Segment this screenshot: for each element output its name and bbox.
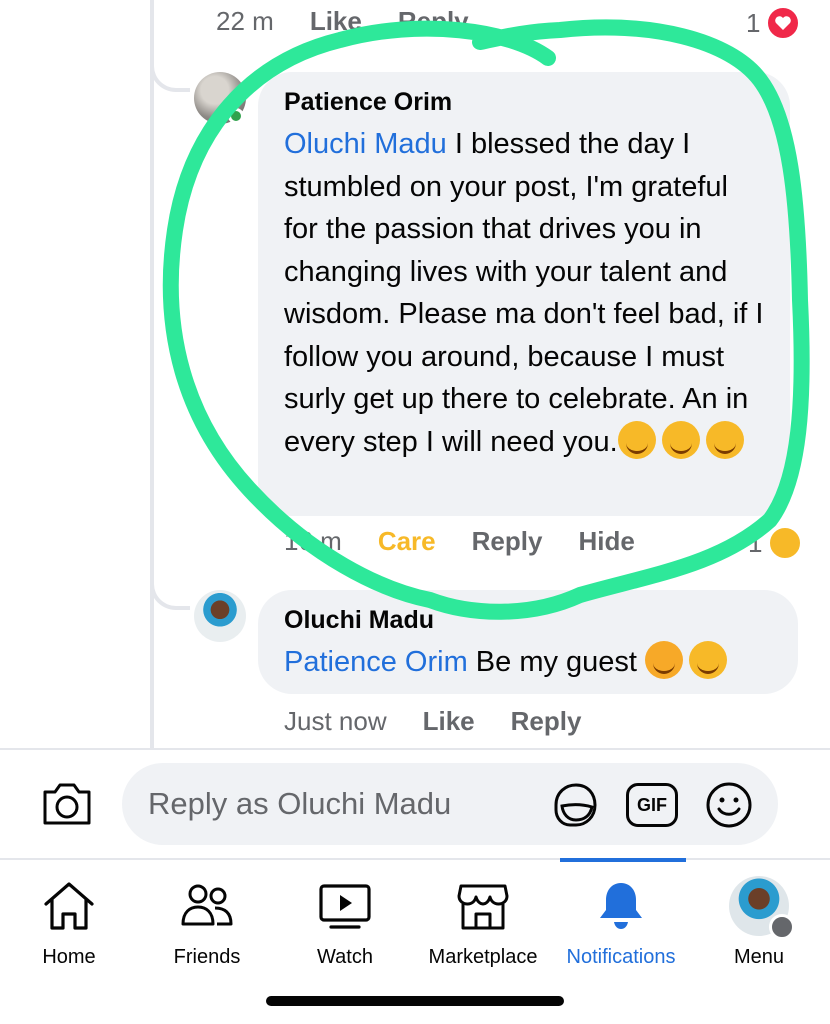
menu-hamburger-icon <box>769 914 795 940</box>
comment-text: Oluchi Madu I blessed the day I stumbled… <box>284 123 764 463</box>
reply-button[interactable]: Reply <box>472 526 543 557</box>
hugging-face-emoji-icon <box>689 641 728 679</box>
tabbar-divider <box>0 858 830 860</box>
bottom-tab-bar: Home Friends Watch Marketplace Notificat… <box>0 862 830 982</box>
reply-input[interactable]: Reply as Oluchi Madu <box>122 763 778 845</box>
hugging-face-emoji-icon <box>705 420 744 459</box>
comment-bubble-oluchi: Oluchi Madu Patience Orim Be my guest <box>258 590 798 694</box>
comment-time: Just now <box>284 706 387 736</box>
comment-time: 16 m <box>284 526 342 556</box>
mention-link[interactable]: Oluchi Madu <box>284 128 447 160</box>
friends-icon <box>181 884 233 926</box>
gif-icon[interactable]: GIF <box>626 783 678 827</box>
tab-marketplace[interactable]: Marketplace <box>414 862 552 982</box>
watch-icon <box>319 884 371 929</box>
comment-author[interactable]: Oluchi Madu <box>284 606 772 635</box>
thread-connector <box>150 580 190 610</box>
hide-button[interactable]: Hide <box>578 526 634 557</box>
smiling-face-with-hearts-emoji-icon <box>645 641 684 679</box>
like-button[interactable]: Like <box>423 706 475 737</box>
sticker-icon[interactable] <box>550 780 600 830</box>
tab-label: Watch <box>317 946 373 968</box>
comment-actions: Just now Like Reply <box>284 706 617 737</box>
previous-comment-time: 22 m <box>216 6 274 36</box>
comment-author[interactable]: Patience Orim <box>284 88 764 117</box>
thread-line <box>150 0 154 748</box>
previous-reaction-count[interactable]: 1 <box>746 6 801 40</box>
bell-icon <box>600 883 642 929</box>
care-reaction-button[interactable]: Care <box>378 526 436 557</box>
comment-body: I blessed the day I stumbled on your pos… <box>284 128 764 458</box>
previous-comment-actions: 22 m Like Reply <box>216 6 505 37</box>
comment-bubble-patience: Patience Orim Oluchi Madu I blessed the … <box>258 72 790 516</box>
thread-connector <box>150 62 190 92</box>
previous-reaction-number: 1 <box>746 7 761 38</box>
reaction-number: 1 <box>748 527 763 558</box>
previous-reply-button[interactable]: Reply <box>398 6 469 37</box>
menu-avatar <box>729 876 795 940</box>
oluchi-avatar[interactable] <box>194 590 246 642</box>
hugging-face-emoji-icon <box>617 420 656 459</box>
tab-watch[interactable]: Watch <box>276 862 414 982</box>
love-reaction-icon <box>766 6 801 40</box>
reply-placeholder: Reply as Oluchi Madu <box>148 786 452 821</box>
tab-label: Friends <box>173 946 241 968</box>
home-icon <box>44 882 94 930</box>
emoji-icon[interactable] <box>704 780 754 830</box>
tab-label: Marketplace <box>428 946 538 968</box>
previous-like-button[interactable]: Like <box>310 6 362 37</box>
reply-button[interactable]: Reply <box>511 706 582 737</box>
tab-friends[interactable]: Friends <box>138 862 276 982</box>
marketplace-icon <box>457 884 509 930</box>
comment-reaction-count[interactable]: 1 <box>748 526 803 560</box>
home-indicator <box>266 996 564 1006</box>
tab-label: Notifications <box>566 946 676 968</box>
tab-label: Menu <box>733 946 785 968</box>
tab-home[interactable]: Home <box>0 862 138 982</box>
camera-icon[interactable] <box>40 780 94 828</box>
comment-text: Patience Orim Be my guest <box>284 641 772 684</box>
hugging-face-emoji-icon <box>661 420 700 459</box>
mention-link[interactable]: Patience Orim <box>284 646 468 678</box>
comment-actions: 16 m Care Reply Hide <box>284 526 671 557</box>
gif-label: GIF <box>637 794 667 815</box>
care-reaction-icon <box>768 526 803 560</box>
tab-notifications[interactable]: Notifications <box>552 862 690 982</box>
comment-body: Be my guest <box>467 646 646 678</box>
tab-label: Home <box>42 946 96 968</box>
tab-menu[interactable]: Menu <box>690 862 828 982</box>
online-status-dot <box>228 108 244 124</box>
